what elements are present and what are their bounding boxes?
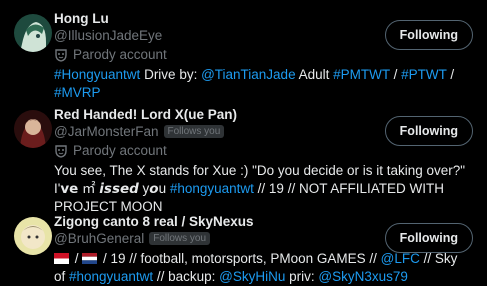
bio-text: / [71, 251, 83, 266]
parody-text: Parody account [73, 143, 167, 158]
bio-text: Drive by: [140, 67, 202, 82]
user-cell-hong-lu[interactable]: Hong Lu @IllusionJadeEye Parody account … [0, 0, 487, 100]
follows-you-badge: Follows you [149, 232, 211, 245]
hashtag-link[interactable]: #PTWT [401, 67, 447, 82]
parody-text: Parody account [73, 47, 167, 62]
indonesia-flag-icon [54, 253, 69, 264]
user-handle[interactable]: @BruhGeneral [54, 230, 144, 247]
user-cell-red-handed[interactable]: Red Handed! Lord X(ue Pan) @JarMonsterFa… [0, 96, 487, 214]
follows-you-badge: Follows you [163, 125, 225, 138]
avatar[interactable] [14, 110, 52, 148]
following-button[interactable]: Following [384, 20, 473, 50]
bio-text: Adult [295, 67, 334, 82]
hashtag-link[interactable]: #hongyuantwt [69, 269, 153, 284]
bio-text: / [446, 67, 455, 82]
bio-text: // backup: [153, 269, 220, 284]
user-cell-zigong[interactable]: Zigong canto 8 real / SkyNexus @BruhGene… [0, 203, 487, 285]
hashtag-link[interactable]: #Hongyuantwt [54, 67, 140, 82]
bio-text: / [389, 67, 402, 82]
following-button[interactable]: Following [384, 116, 473, 146]
mask-icon [55, 144, 67, 158]
mention-link[interactable]: @SkyHiNu [219, 269, 285, 284]
mention-link[interactable]: @SkyN3xus79 [318, 269, 408, 284]
user-handle[interactable]: @JarMonsterFan [54, 123, 159, 140]
hashtag-link[interactable]: #hongyuantwt [170, 181, 254, 196]
netherlands-flag-icon [82, 253, 98, 264]
following-button[interactable]: Following [384, 223, 473, 253]
bio-text: / 19 // football, motorsports, PMoon GAM… [99, 251, 381, 266]
mention-link[interactable]: @TianTianJade [201, 67, 296, 82]
hashtag-link[interactable]: #PMTWT [333, 67, 390, 82]
mask-icon [55, 48, 67, 62]
avatar[interactable] [14, 217, 52, 255]
user-handle[interactable]: @IllusionJadeEye [54, 27, 162, 44]
mention-link[interactable]: @LFC [381, 251, 420, 266]
user-bio: / / 19 // football, motorsports, PMoon G… [54, 250, 471, 286]
bio-text: priv: [285, 269, 319, 284]
avatar[interactable] [14, 14, 52, 52]
